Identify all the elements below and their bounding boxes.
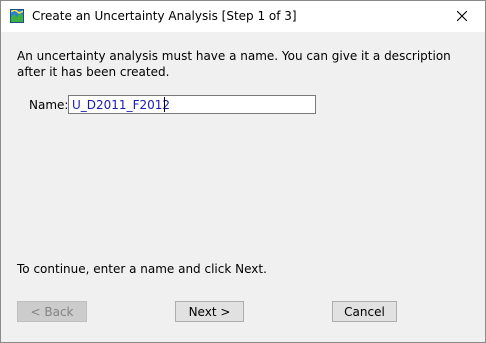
window-title: Create an Uncertainty Analysis [Step 1 o… xyxy=(32,9,297,23)
text-caret xyxy=(164,97,165,112)
name-label: Name: xyxy=(29,98,69,112)
next-button[interactable]: Next > xyxy=(175,301,244,322)
title-bar[interactable]: Create an Uncertainty Analysis [Step 1 o… xyxy=(1,1,485,32)
name-input[interactable] xyxy=(68,95,316,114)
cancel-button[interactable]: Cancel xyxy=(332,301,397,322)
close-button[interactable] xyxy=(439,1,485,32)
intro-text: An uncertainty analysis must have a name… xyxy=(17,49,451,79)
close-icon xyxy=(456,10,468,24)
dialog-window: Create an Uncertainty Analysis [Step 1 o… xyxy=(0,0,486,343)
hint-text: To continue, enter a name and click Next… xyxy=(17,262,267,276)
map-icon xyxy=(9,9,25,23)
dialog-content: An uncertainty analysis must have a name… xyxy=(1,32,485,342)
back-button[interactable]: < Back xyxy=(17,301,87,322)
